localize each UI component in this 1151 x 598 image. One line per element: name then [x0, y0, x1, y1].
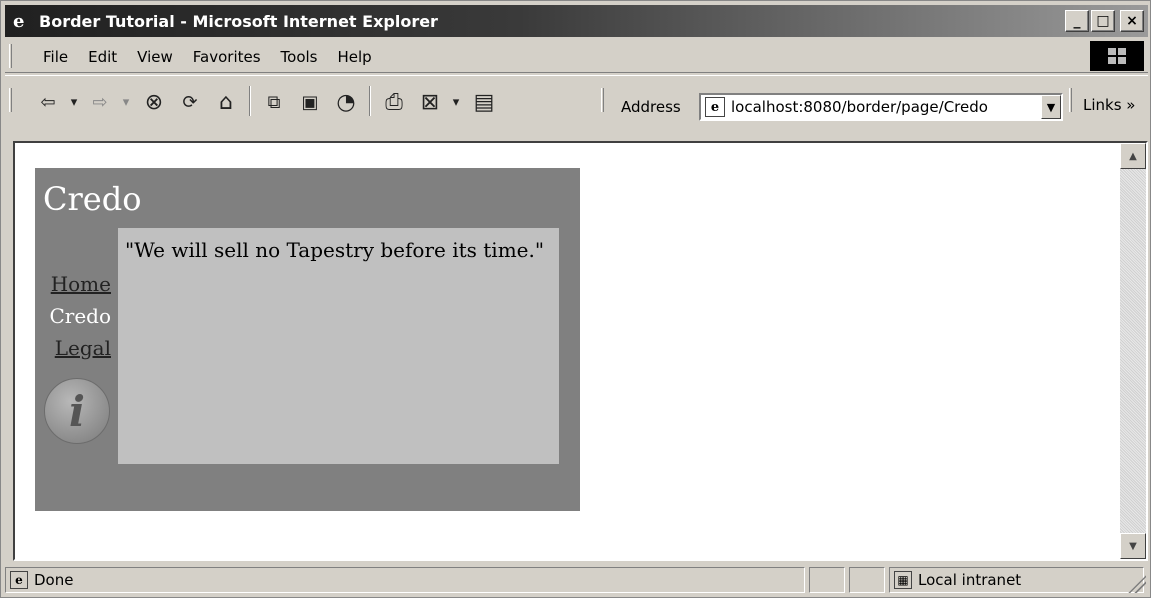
status-bar: e Done ▦ Local intranet [5, 565, 1148, 595]
border-layout: Credo Home Credo Legal i "We will sell n… [35, 168, 580, 511]
back-icon[interactable]: ⇦ [33, 88, 63, 116]
info-icon: i [44, 378, 110, 444]
window-title: Border Tutorial - Microsoft Internet Exp… [39, 11, 438, 31]
print-icon[interactable]: ⎙ [379, 88, 409, 116]
page-viewport: Credo Home Credo Legal i "We will sell n… [13, 141, 1148, 561]
zone-cell: ▦ Local intranet [889, 567, 1144, 593]
menu-edit[interactable]: Edit [78, 47, 127, 67]
menu-help[interactable]: Help [328, 47, 382, 67]
windows-logo-icon [1090, 41, 1144, 71]
discuss-icon[interactable]: ▤ [469, 88, 499, 116]
vertical-scrollbar[interactable]: ▲ ▼ [1120, 143, 1146, 559]
menu-tools[interactable]: Tools [271, 47, 328, 67]
scroll-up-button[interactable]: ▲ [1120, 143, 1146, 169]
menubar-grip[interactable] [9, 44, 12, 68]
page-status-icon: e [10, 571, 28, 589]
credo-content-box: "We will sell no Tapestry before its tim… [118, 228, 559, 464]
refresh-icon[interactable]: ⟳ [175, 88, 205, 116]
history-icon[interactable]: ◔ [331, 88, 361, 116]
menu-bar: File Edit View Favorites Tools Help [5, 39, 1148, 73]
status-cell-empty [849, 567, 885, 593]
nav-current-credo: Credo [49, 304, 111, 328]
intranet-icon: ▦ [894, 571, 912, 589]
browser-window: e Border Tutorial - Microsoft Internet E… [0, 0, 1151, 598]
home-icon[interactable]: ⌂ [211, 88, 241, 116]
favorites-icon[interactable]: ▣ [295, 88, 325, 116]
caption-buttons: _ □ × [1065, 10, 1144, 32]
forward-icon[interactable]: ⇨ [85, 88, 115, 116]
resize-grip-icon[interactable] [1128, 575, 1146, 593]
status-text-cell: e Done [5, 567, 805, 593]
nav-link-legal[interactable]: Legal [43, 332, 111, 364]
scroll-down-button[interactable]: ▼ [1120, 533, 1146, 559]
search-icon[interactable]: ⧉ [259, 88, 289, 116]
menu-items: File Edit View Favorites Tools Help [33, 47, 382, 67]
edit-icon[interactable]: ⊠ [415, 88, 445, 116]
status-text: Done [34, 571, 74, 589]
stop-icon[interactable]: ⊗ [139, 88, 169, 116]
links-grip[interactable] [1069, 88, 1072, 112]
title-bar: e Border Tutorial - Microsoft Internet E… [5, 5, 1148, 37]
address-input[interactable]: e localhost:8080/border/page/Credo ▼ [699, 93, 1063, 121]
toolbar-separator [249, 86, 251, 116]
address-label: Address [621, 98, 681, 116]
address-dropdown-button[interactable]: ▼ [1041, 95, 1061, 119]
toolbar-grip[interactable] [9, 88, 12, 112]
links-button[interactable]: Links » [1083, 96, 1135, 114]
menu-view[interactable]: View [127, 47, 183, 67]
status-cell-empty [809, 567, 845, 593]
back-dropdown-icon[interactable]: ▾ [67, 88, 81, 116]
page-icon: e [705, 97, 725, 117]
maximize-button[interactable]: □ [1091, 10, 1115, 32]
toolbar: ⇦ ▾ ⇨ ▾ ⊗ ⟳ ⌂ ⧉ ▣ ◔ ⎙ ⊠ ▾ ▤ Address e lo… [5, 75, 1148, 131]
edit-dropdown-icon[interactable]: ▾ [449, 88, 463, 116]
close-button[interactable]: × [1120, 10, 1144, 32]
address-grip[interactable] [601, 88, 604, 112]
minimize-button[interactable]: _ [1065, 10, 1089, 32]
nav-link-home[interactable]: Home [43, 268, 111, 300]
address-url[interactable]: localhost:8080/border/page/Credo [731, 98, 1031, 116]
toolbar-separator [369, 86, 371, 116]
menu-file[interactable]: File [33, 47, 78, 67]
credo-text: "We will sell no Tapestry before its tim… [125, 238, 545, 262]
ie-logo-icon: e [13, 11, 25, 32]
forward-dropdown-icon[interactable]: ▾ [119, 88, 133, 116]
page-nav: Home Credo Legal [43, 268, 111, 364]
zone-text: Local intranet [918, 571, 1022, 589]
menu-favorites[interactable]: Favorites [183, 47, 271, 67]
page-title: Credo [43, 180, 142, 218]
